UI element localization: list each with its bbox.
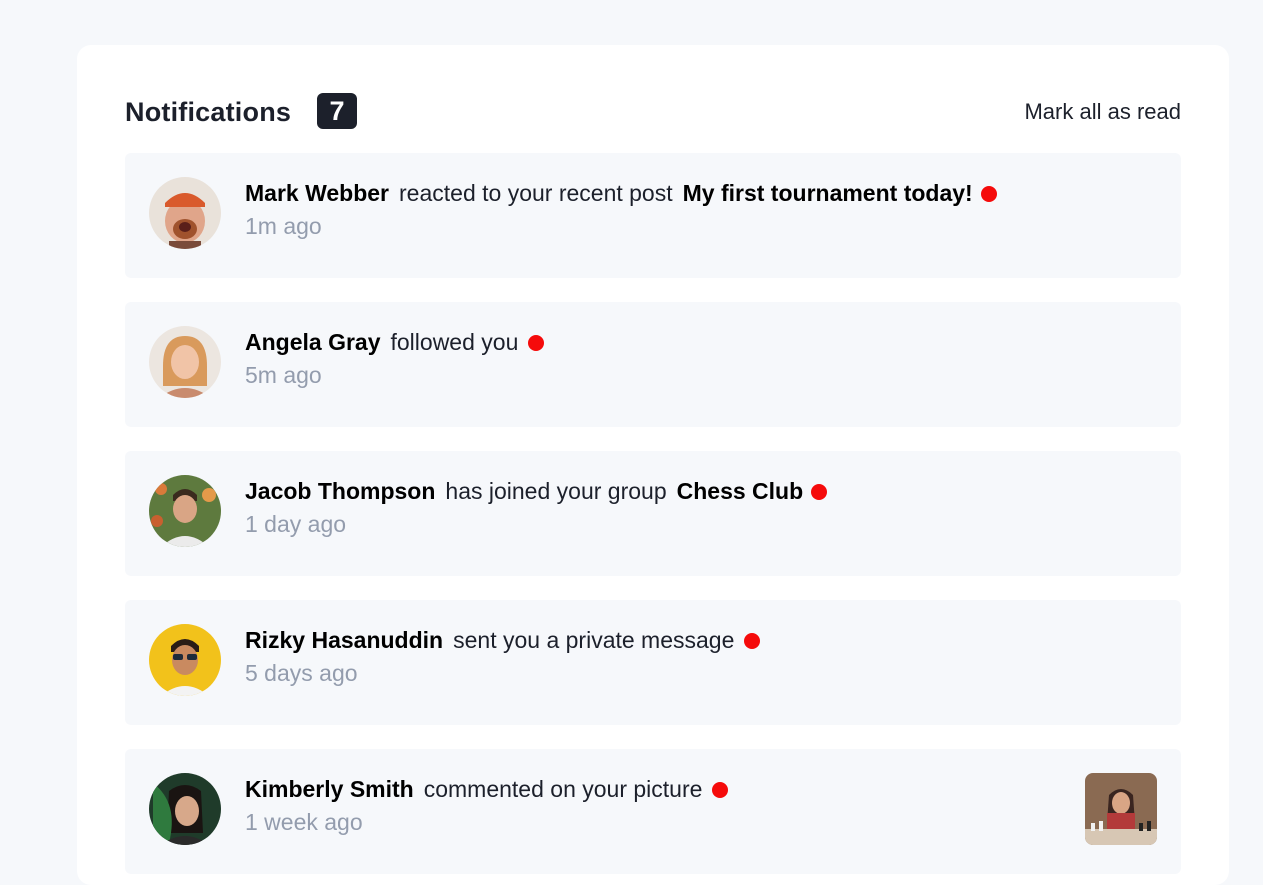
avatar-angela-gray[interactable] (149, 326, 221, 398)
notification-text: Kimberly Smith commented on your picture (245, 776, 729, 803)
notification-time: 1m ago (245, 213, 322, 239)
notification-action: reacted to your recent post (399, 180, 673, 206)
notification-text: Angela Gray followed you (245, 329, 545, 356)
notification-sender[interactable]: Kimberly Smith (245, 776, 414, 803)
notification-text: Jacob Thompson has joined your group Che… (245, 478, 828, 505)
notification-time: 5 days ago (245, 660, 358, 686)
unread-dot-icon (528, 334, 545, 351)
notification-target-link[interactable]: Chess Club (677, 478, 804, 505)
notification-item[interactable]: Kimberly Smith commented on your picture… (125, 749, 1181, 874)
notification-sender[interactable]: Jacob Thompson (245, 478, 435, 505)
notification-item[interactable]: Rizky Hasanuddin sent you a private mess… (125, 600, 1181, 725)
mark-all-as-read-button[interactable]: Mark all as read (1024, 99, 1181, 125)
avatar-kimberly-smith[interactable] (149, 773, 221, 845)
notification-item[interactable]: Angela Gray followed you 5m ago (125, 302, 1181, 427)
notification-action: followed you (390, 329, 519, 355)
notification-sender[interactable]: Rizky Hasanuddin (245, 627, 443, 654)
notifications-header: Notifications 7 Mark all as read (125, 93, 1181, 133)
notification-action: sent you a private message (453, 627, 735, 653)
notification-text: Mark Webber reacted to your recent post … (245, 180, 997, 207)
notification-time: 5m ago (245, 362, 322, 388)
page-title: Notifications (125, 97, 292, 127)
avatar-mark-webber[interactable] (149, 177, 221, 249)
notification-action: commented on your picture (423, 776, 703, 802)
avatar-rizky-hasanuddin[interactable] (149, 624, 221, 696)
unread-dot-icon (980, 185, 997, 202)
notification-time: 1 week ago (245, 809, 363, 835)
unread-dot-icon (811, 483, 828, 500)
notification-text: Rizky Hasanuddin sent you a private mess… (245, 627, 761, 654)
notifications-card: Notifications 7 Mark all as read Mark We… (77, 45, 1229, 885)
unread-dot-icon (712, 781, 729, 798)
avatar-jacob-thompson[interactable] (149, 475, 221, 547)
notification-item[interactable]: Jacob Thompson has joined your group Che… (125, 451, 1181, 576)
notification-target-link[interactable]: My first tournament today! (683, 180, 973, 207)
notification-sender[interactable]: Mark Webber (245, 180, 389, 207)
unread-count-badge: 7 (317, 93, 357, 129)
chess-picture-thumbnail[interactable] (1085, 773, 1157, 845)
notification-item[interactable]: Mark Webber reacted to your recent post … (125, 153, 1181, 278)
unread-dot-icon (744, 632, 761, 649)
notification-sender[interactable]: Angela Gray (245, 329, 381, 356)
notification-time: 1 day ago (245, 511, 347, 537)
notification-action: has joined your group (445, 478, 667, 504)
